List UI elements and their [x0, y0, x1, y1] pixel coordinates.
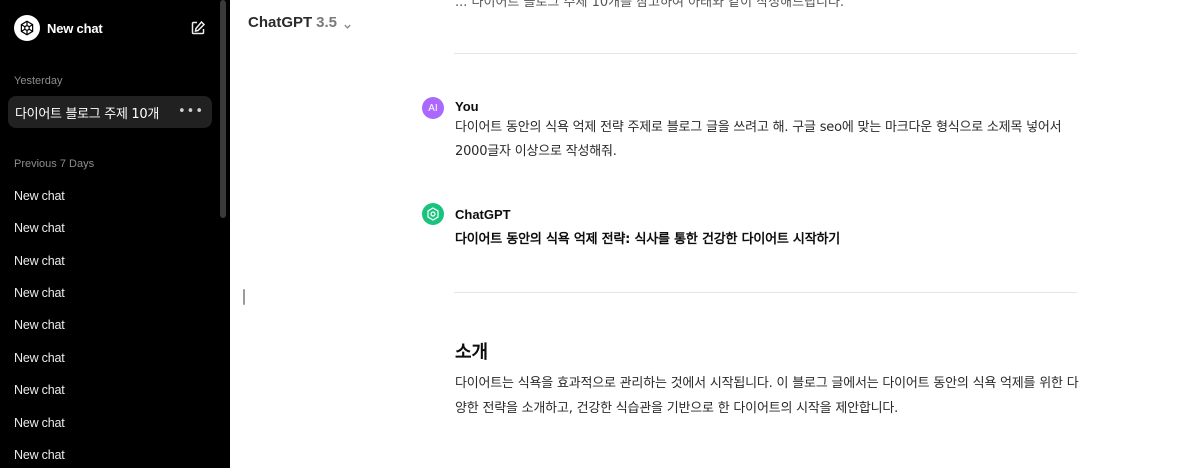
history-item[interactable]: New chat — [14, 351, 65, 365]
divider — [454, 53, 1077, 54]
history-item[interactable]: New chat — [14, 189, 65, 203]
model-version: 3.5 — [316, 14, 338, 31]
assistant-author-name: ChatGPT — [455, 207, 511, 222]
divider — [454, 292, 1077, 293]
section-heading: 소개 — [455, 342, 489, 363]
history-item-active[interactable]: 다이어트 블로그 주제 10개 ••• — [8, 96, 212, 128]
history-item[interactable]: New chat — [14, 383, 65, 397]
more-options-icon[interactable]: ••• — [178, 105, 204, 119]
history-item[interactable]: New chat — [14, 254, 65, 268]
section-previous-7-days: Previous 7 Days — [14, 158, 95, 170]
new-chat-button[interactable]: New chat — [8, 12, 214, 44]
section-yesterday: Yesterday — [14, 75, 63, 87]
previous-message-fragment: ... 다이어트 블로그 주제 10개를 참고하여 아래와 같이 작성해드립니다… — [455, 0, 845, 10]
assistant-avatar — [422, 203, 444, 225]
new-chat-label: New chat — [47, 20, 103, 36]
history-item[interactable]: New chat — [14, 221, 65, 235]
user-avatar: AI — [422, 97, 444, 119]
sidebar: New chat Yesterday 다이어트 블로그 주제 10개 ••• P… — [0, 0, 230, 468]
new-chat-edit-icon[interactable] — [190, 20, 206, 36]
assistant-paragraph: 다이어트는 식욕을 효과적으로 관리하는 것에서 시작됩니다. 이 블로그 글에… — [455, 376, 1079, 416]
openai-logo-icon — [427, 207, 439, 221]
model-selector[interactable]: ChatGPT 3.5 — [248, 14, 352, 31]
chevron-down-icon — [343, 18, 352, 29]
history-item[interactable]: New chat — [14, 448, 65, 462]
history-item-label: 다이어트 블로그 주제 10개 — [15, 106, 160, 122]
sidebar-toggle-handle[interactable] — [243, 289, 245, 305]
assistant-title: 다이어트 동안의 식욕 억제 전략: 식사를 통한 건강한 다이어트 시작하기 — [455, 232, 840, 247]
user-author-name: You — [455, 99, 479, 114]
model-name: ChatGPT — [248, 14, 313, 31]
user-message: 다이어트 동안의 식욕 억제 전략 주제로 블로그 글을 쓰려고 해. 구글 s… — [455, 120, 1062, 159]
sidebar-scrollbar[interactable] — [220, 0, 226, 218]
history-item[interactable]: New chat — [14, 318, 65, 332]
history-item[interactable]: New chat — [14, 286, 65, 300]
history-item[interactable]: New chat — [14, 416, 65, 430]
openai-logo-icon — [14, 15, 40, 41]
